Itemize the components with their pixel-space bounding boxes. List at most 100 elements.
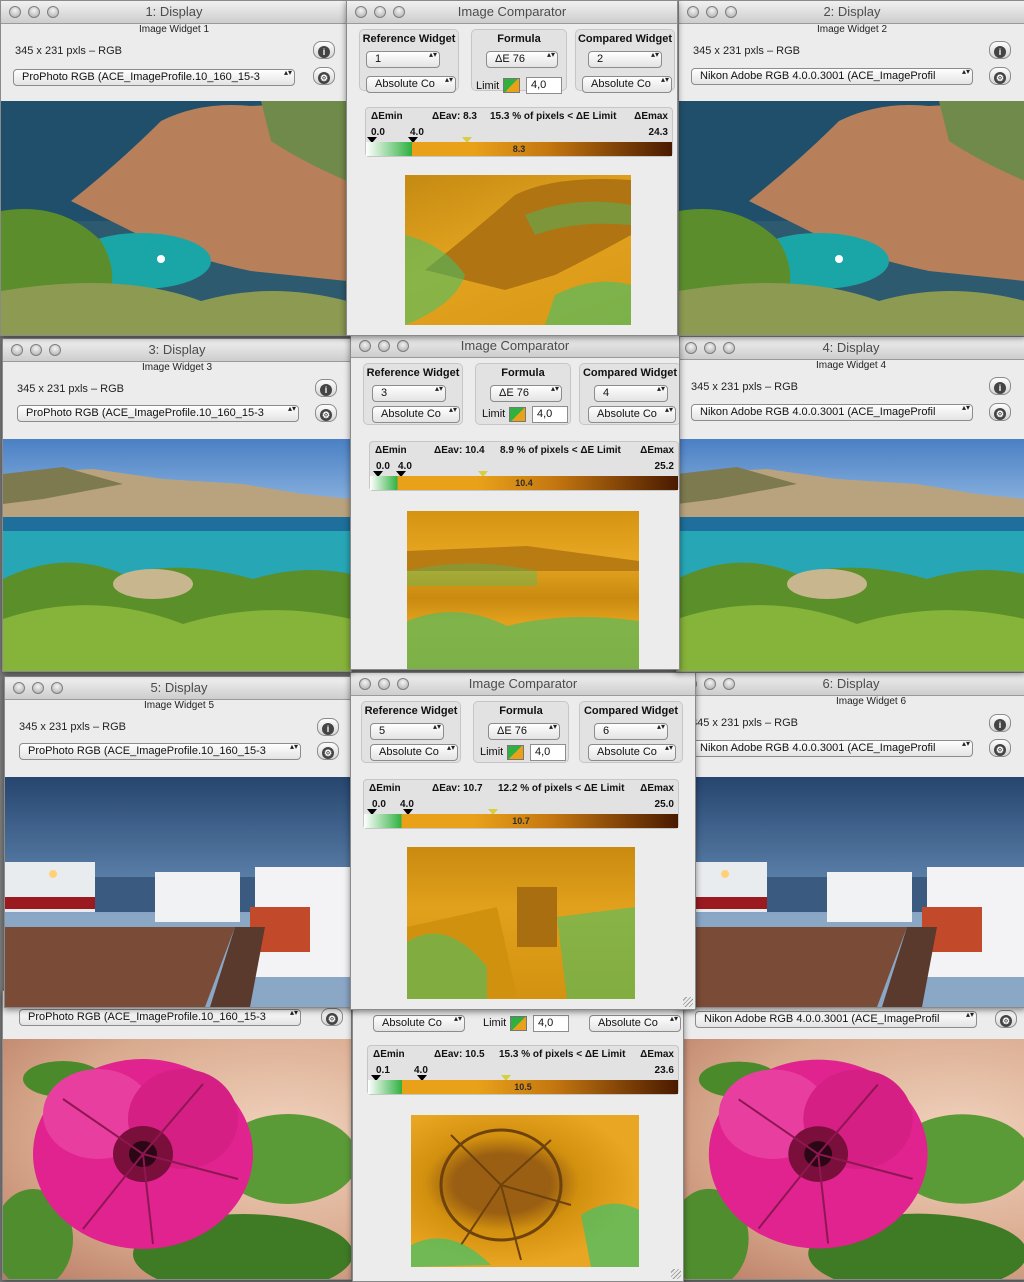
difference-map-image	[407, 546, 639, 669]
eav-text: ΔEav: 10.5	[434, 1049, 485, 1060]
compared-mode-select[interactable]: Absolute Co	[588, 744, 676, 761]
reference-widget-select[interactable]: 1	[366, 51, 440, 68]
limit-field[interactable]: 4,0	[533, 1015, 569, 1032]
settings-button[interactable]: ⚙	[989, 403, 1011, 421]
title-bar[interactable]: 2: Display	[679, 1, 1024, 24]
limit-color-swatch[interactable]	[507, 745, 524, 760]
compared-widget-select[interactable]: 2	[588, 51, 662, 68]
color-profile-select[interactable]: Nikon Adobe RGB 4.0.0.3001 (ACE_ImagePro…	[691, 404, 973, 421]
reference-mode-select[interactable]: Absolute Co	[373, 1015, 465, 1032]
reference-mode-select[interactable]: Absolute Co	[366, 76, 456, 93]
display-window-7: ProPhoto RGB (ACE_ImageProfile.10_160_15…	[2, 990, 352, 1280]
info-button[interactable]: i	[989, 377, 1011, 395]
difference-map	[407, 511, 639, 669]
delta-e-stats: ΔEmin ΔEav: 10.5 15.3 % of pixels < ΔE L…	[367, 1045, 679, 1095]
limit-field[interactable]: 4,0	[532, 406, 568, 423]
title-bar[interactable]: Image Comparator	[351, 335, 679, 358]
title-bar[interactable]: 5: Display	[5, 677, 353, 700]
emin-label: ΔEmin	[371, 111, 403, 122]
reference-widget-group: Reference Widget 5 Absolute Co	[361, 701, 461, 763]
settings-button[interactable]: ⚙	[315, 404, 337, 422]
settings-button[interactable]: ⚙	[321, 1008, 343, 1026]
settings-button[interactable]: ⚙	[989, 739, 1011, 757]
reference-image-cove	[1, 101, 347, 335]
reference-widget-label: Reference Widget	[364, 705, 458, 717]
resize-grip-icon[interactable]	[683, 997, 693, 1007]
color-profile-select[interactable]: Nikon Adobe RGB 4.0.0.3001 (ACE_ImagePro…	[691, 740, 973, 757]
settings-button[interactable]: ⚙	[995, 1010, 1017, 1028]
settings-button[interactable]: ⚙	[313, 67, 335, 85]
compared-mode-select[interactable]: Absolute Co	[588, 406, 676, 423]
gear-icon: ⚙	[326, 1013, 338, 1025]
harbor-photo	[5, 862, 353, 1007]
compared-mode-select[interactable]: Absolute Co	[589, 1015, 681, 1032]
gear-icon: ⚙	[994, 408, 1006, 420]
difference-map	[405, 175, 631, 325]
display-window-5: 5: Display Image Widget 5 345 x 231 pxls…	[4, 676, 354, 1008]
title-bar[interactable]: 3: Display	[3, 339, 351, 362]
coast-photo	[3, 467, 351, 671]
compared-widget-group: Compared Widget 4 Absolute Co	[579, 363, 679, 425]
display-window-1: 1: Display Image Widget 1 345 x 231 pxls…	[0, 0, 348, 336]
title-bar[interactable]: 4: Display	[677, 337, 1024, 360]
emax-label: ΔEmax	[634, 111, 668, 122]
info-button[interactable]: i	[989, 41, 1011, 59]
color-profile-select[interactable]: ProPhoto RGB (ACE_ImageProfile.10_160_15…	[19, 743, 301, 760]
limit-color-swatch[interactable]	[503, 78, 520, 93]
info-button[interactable]: i	[317, 718, 339, 736]
limit-label: Limit	[482, 408, 506, 420]
settings-button[interactable]: ⚙	[989, 67, 1011, 85]
reference-mode-select[interactable]: Absolute Co	[372, 406, 460, 423]
settings-button[interactable]: ⚙	[317, 742, 339, 760]
formula-label: Formula	[499, 705, 543, 717]
cove-photo	[679, 101, 1024, 335]
formula-label: Formula	[497, 33, 541, 45]
limit-field[interactable]: 4,0	[526, 77, 562, 94]
window-title: 1: Display	[145, 4, 203, 19]
window-title: 4: Display	[822, 340, 880, 355]
limit-color-swatch[interactable]	[510, 1016, 527, 1031]
average-value: 8.3	[512, 144, 526, 154]
limit-color-swatch[interactable]	[509, 407, 526, 422]
average-value: 10.4	[515, 478, 533, 488]
harbor-photo	[677, 862, 1024, 1007]
info-button[interactable]: i	[315, 379, 337, 397]
color-profile-select[interactable]: Nikon Adobe RGB 4.0.0.3001 (ACE_ImagePro…	[695, 1011, 977, 1028]
reference-mode-select[interactable]: Absolute Co	[370, 744, 458, 761]
image-info: 345 x 231 pxls – RGB	[693, 45, 801, 57]
reference-widget-select[interactable]: 3	[372, 385, 446, 402]
title-bar[interactable]: Image Comparator	[347, 1, 677, 24]
color-profile-select[interactable]: ProPhoto RGB (ACE_ImageProfile.10_160_15…	[17, 405, 299, 422]
compared-widget-select[interactable]: 4	[594, 385, 668, 402]
formula-label: Formula	[501, 367, 545, 379]
info-button[interactable]: i	[313, 41, 335, 59]
difference-map-image	[411, 1128, 639, 1267]
widget-name: Image Widget 5	[143, 700, 215, 711]
formula-select[interactable]: ΔE 76	[488, 723, 560, 740]
window-title: Image Comparator	[468, 676, 578, 691]
color-profile-select[interactable]: ProPhoto RGB (ACE_ImageProfile.10_160_15…	[19, 1009, 301, 1026]
info-button[interactable]: i	[989, 714, 1011, 732]
color-profile-select[interactable]: Nikon Adobe RGB 4.0.0.3001 (ACE_ImagePro…	[691, 68, 973, 85]
compared-mode-select[interactable]: Absolute Co	[582, 76, 672, 93]
compared-widget-select[interactable]: 6	[594, 723, 668, 740]
color-profile-select[interactable]: ProPhoto RGB (ACE_ImageProfile.10_160_15…	[13, 69, 295, 86]
resize-grip-icon[interactable]	[671, 1269, 681, 1279]
compared-image-flower	[679, 1039, 1024, 1279]
title-bar[interactable]: Image Comparator	[351, 673, 695, 696]
compared-widget-group: Compared Widget 2 Absolute Co	[575, 29, 675, 93]
info-icon: i	[994, 46, 1006, 58]
info-icon: i	[994, 382, 1006, 394]
title-bar[interactable]: 6: Display	[677, 673, 1024, 696]
formula-select[interactable]: ΔE 76	[486, 51, 558, 68]
limit-field[interactable]: 4,0	[530, 744, 566, 761]
coast-photo	[677, 467, 1024, 671]
reference-widget-group: Reference Widget 1 Absolute Co	[359, 29, 459, 93]
gear-icon: ⚙	[320, 409, 332, 421]
title-bar[interactable]: 1: Display	[1, 1, 347, 24]
eav-text: ΔEav: 10.4	[434, 445, 485, 456]
formula-select[interactable]: ΔE 76	[490, 385, 562, 402]
reference-widget-select[interactable]: 5	[370, 723, 444, 740]
max-value: 25.0	[654, 799, 674, 810]
emax-label: ΔEmax	[640, 445, 674, 456]
